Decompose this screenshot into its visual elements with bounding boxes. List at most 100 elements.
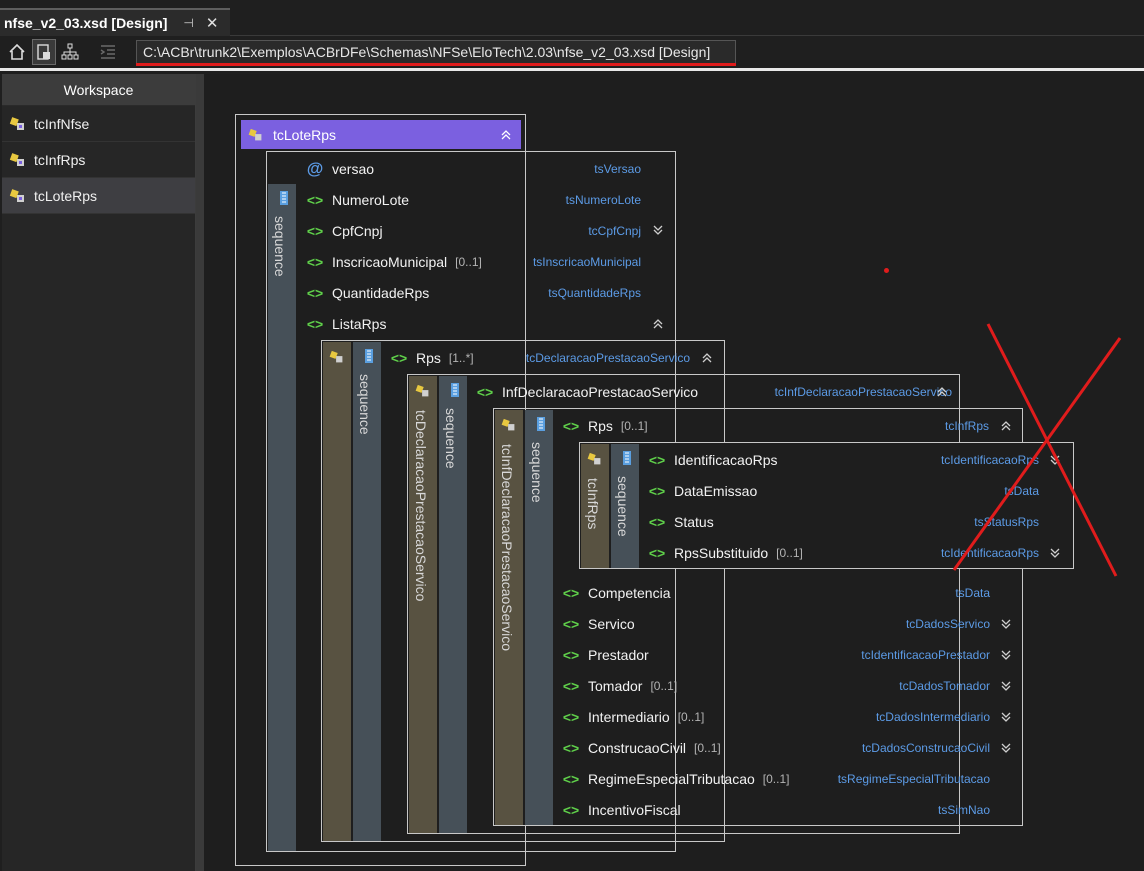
- schema-path-field[interactable]: C:\ACBr\trunk2\Exemplos\ACBrDFe\Schemas\…: [136, 40, 736, 64]
- element-row-identificacaorps[interactable]: <> IdentificacaoRps: [646, 444, 778, 475]
- element-row-dataemissao[interactable]: <> DataEmissao: [646, 475, 757, 506]
- row-type: tsNumeroLote: [565, 193, 641, 207]
- element-row-numerolote[interactable]: <> NumeroLote: [304, 184, 409, 215]
- chevron-down-icon[interactable]: [651, 223, 665, 237]
- chevron-down-icon[interactable]: [999, 710, 1013, 724]
- row-name: InfDeclaracaoPrestacaoServico: [502, 383, 699, 400]
- close-icon[interactable]: ✕: [206, 14, 219, 32]
- sequence-icon: [537, 417, 545, 431]
- element-icon: <>: [306, 253, 324, 270]
- workspace-item-tcinfrps[interactable]: tcInfRps: [2, 142, 195, 178]
- row-type: tcInfDeclaracaoPrestacaoServico: [774, 385, 952, 399]
- chevron-down-icon[interactable]: [999, 648, 1013, 662]
- sequence-label: sequence: [615, 476, 631, 537]
- row-occurrence: [0..1]: [455, 254, 482, 269]
- element-row-servico[interactable]: <> Servico: [560, 608, 635, 639]
- row-type: tsVersao: [594, 162, 641, 176]
- element-icon: <>: [306, 222, 324, 239]
- row-type: tsQuantidadeRps: [548, 286, 641, 300]
- attribute-icon: @: [306, 158, 324, 178]
- sequence-icon: [280, 191, 288, 205]
- element-icon: <>: [562, 646, 580, 663]
- workspace-item-label: tcInfRps: [34, 151, 86, 168]
- element-row-incentivofiscal[interactable]: <> IncentivoFiscal: [560, 794, 681, 825]
- indent-icon: [100, 45, 115, 59]
- element-icon: <>: [562, 584, 580, 601]
- element-icon: <>: [562, 708, 580, 725]
- element-row-cpfcnpj[interactable]: <> CpfCnpj: [304, 215, 383, 246]
- workspace-panel: Workspace tcInfNfse tcInfRps tcLoteRps: [2, 74, 196, 871]
- indent-button[interactable]: [96, 39, 120, 65]
- element-row-rps[interactable]: <> Rps [1..*]: [388, 342, 474, 373]
- attribute-row-versao[interactable]: @ versao: [304, 153, 374, 184]
- red-cross-annotation: [952, 323, 1122, 577]
- row-name: Prestador: [588, 646, 649, 663]
- element-row-regimeespecialtributacao[interactable]: <> RegimeEspecialTributacao [0..1]: [560, 763, 790, 794]
- type-side-label: tcInfDeclaracaoPrestacaoServico: [499, 444, 515, 651]
- element-icon: <>: [648, 451, 666, 468]
- row-occurrence: [0..1]: [620, 418, 648, 433]
- row-name: RpsSubstituido: [674, 544, 769, 561]
- row-name: CpfCnpj: [332, 222, 383, 239]
- type-header-tcloterps[interactable]: tcLoteRps: [241, 120, 521, 149]
- element-row-rps-inner[interactable]: <> Rps [0..1]: [560, 410, 648, 441]
- row-occurrence: [1..*]: [448, 350, 474, 365]
- element-icon: <>: [562, 770, 580, 787]
- complex-type-icon: [415, 384, 429, 397]
- design-view-button[interactable]: [32, 39, 56, 65]
- row-name: Rps: [416, 349, 441, 366]
- element-row-infdeclaracaoprestacaoservico[interactable]: <> InfDeclaracaoPrestacaoServico: [474, 376, 698, 407]
- row-name: Competencia: [588, 584, 671, 601]
- row-name: NumeroLote: [332, 191, 410, 208]
- chevron-up-icon[interactable]: [651, 317, 665, 331]
- chevron-up-icon[interactable]: [700, 351, 714, 365]
- element-icon: <>: [648, 544, 666, 561]
- element-row-status[interactable]: <> Status: [646, 506, 714, 537]
- element-row-rpssubstituido[interactable]: <> RpsSubstituido [0..1]: [646, 537, 803, 568]
- sequence-icon: [365, 349, 373, 363]
- element-row-inscricaomunicipal[interactable]: <> InscricaoMunicipal [0..1]: [304, 246, 482, 277]
- type-column-infdeclaracao: tcInfDeclaracaoPrestacaoServico: [495, 410, 523, 825]
- element-icon: <>: [390, 349, 408, 366]
- row-name: IdentificacaoRps: [674, 451, 778, 468]
- element-row-competencia[interactable]: <> Competencia: [560, 577, 671, 608]
- complex-type-icon: [9, 152, 24, 166]
- row-name: DataEmissao: [674, 482, 758, 499]
- designer-toolbar: C:\ACBr\trunk2\Exemplos\ACBrDFe\Schemas\…: [0, 36, 1144, 70]
- sequence-column: sequence: [525, 410, 553, 825]
- chevron-down-icon[interactable]: [999, 741, 1013, 755]
- workspace-item-tcloterps[interactable]: tcLoteRps: [2, 178, 195, 214]
- element-row-construcaocivil[interactable]: <> ConstrucaoCivil [0..1]: [560, 732, 721, 763]
- hierarchy-button[interactable]: [58, 39, 82, 65]
- document-tab[interactable]: nfse_v2_03.xsd [Design] ⊣ ✕: [0, 8, 230, 36]
- chevron-up-icon[interactable]: [499, 128, 513, 142]
- row-type: tcCpfCnpj: [588, 224, 641, 238]
- complex-type-icon: [248, 128, 262, 140]
- sequence-icon: [623, 451, 631, 465]
- element-row-intermediario[interactable]: <> Intermediario [0..1]: [560, 701, 705, 732]
- row-type: tcDadosTomador: [899, 679, 990, 693]
- sequence-column: sequence: [611, 444, 639, 568]
- chevron-down-icon[interactable]: [999, 617, 1013, 631]
- element-row-quantidaderps[interactable]: <> QuantidadeRps: [304, 277, 429, 308]
- sequence-column: sequence: [439, 376, 467, 833]
- complex-type-icon: [9, 116, 24, 130]
- tab-title: nfse_v2_03.xsd [Design]: [4, 15, 168, 31]
- type-column-listarps: [323, 342, 351, 841]
- type-column-tcinfrps: tcInfRps: [581, 444, 609, 568]
- sequence-column: sequence: [268, 184, 296, 851]
- sequence-column: sequence: [353, 342, 381, 841]
- element-row-prestador[interactable]: <> Prestador: [560, 639, 649, 670]
- workspace-item-tcinfnfse[interactable]: tcInfNfse: [2, 106, 195, 142]
- element-row-listarps[interactable]: <> ListaRps: [304, 308, 387, 339]
- workspace-item-label: tcInfNfse: [34, 115, 90, 132]
- panel-splitter[interactable]: [196, 74, 204, 871]
- row-type: tsSimNao: [937, 803, 990, 817]
- pin-icon[interactable]: ⊣: [183, 16, 193, 30]
- type-column-declaracao: tcDeclaracaoPrestacaoServico: [409, 376, 437, 833]
- home-button[interactable]: [5, 39, 29, 65]
- element-row-tomador[interactable]: <> Tomador [0..1]: [560, 670, 677, 701]
- complex-type-icon: [501, 418, 515, 431]
- row-type: tsInscricaoMunicipal: [532, 255, 641, 269]
- chevron-down-icon[interactable]: [999, 679, 1013, 693]
